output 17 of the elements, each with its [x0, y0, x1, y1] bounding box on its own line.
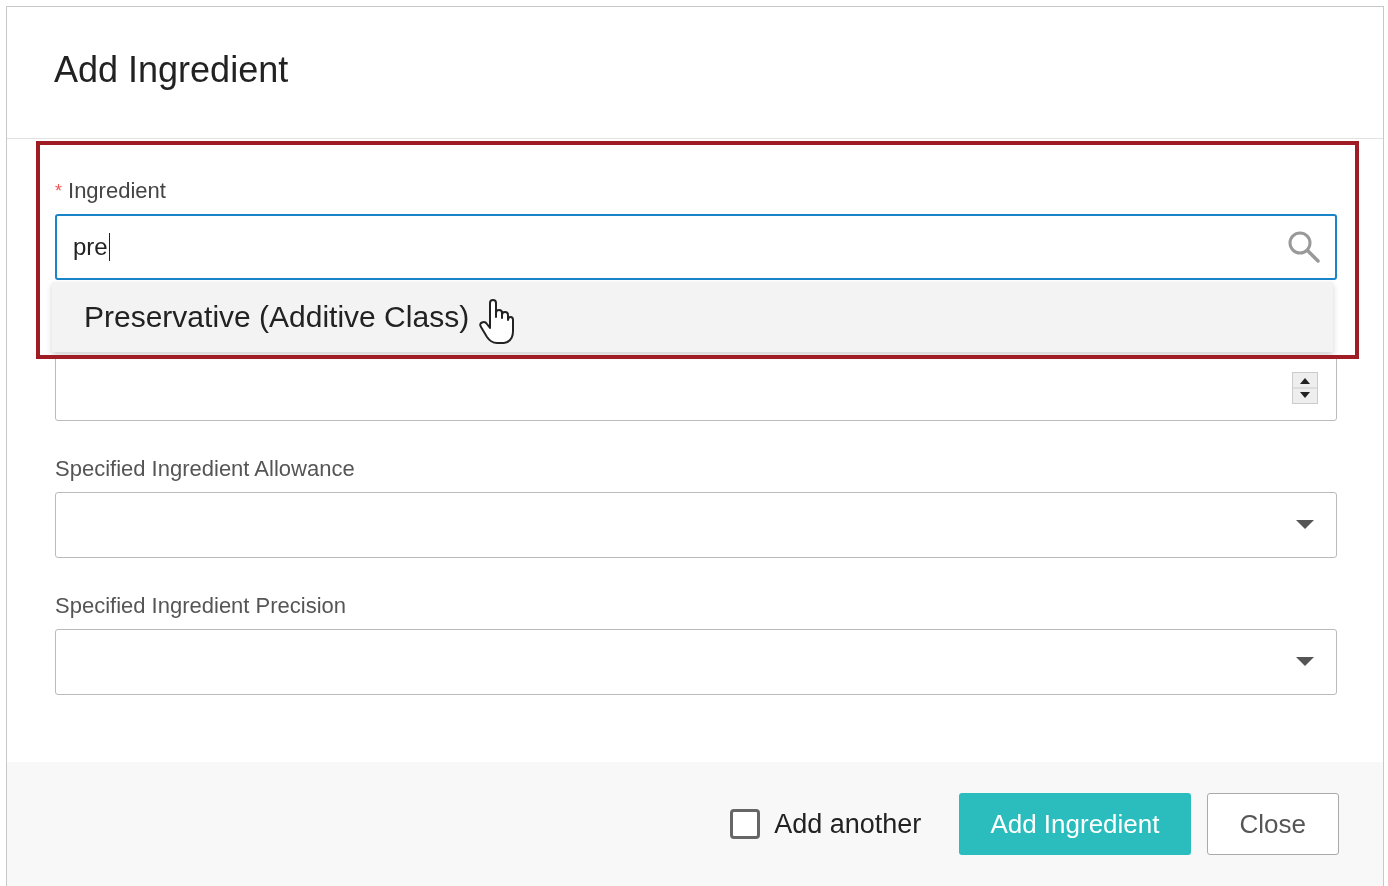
- dropdown-caret-icon[interactable]: [1296, 657, 1314, 667]
- checkbox[interactable]: [730, 809, 761, 839]
- suggestion-item[interactable]: Preservative (Additive Class): [84, 300, 470, 334]
- checkbox-label[interactable]: Add another: [774, 808, 922, 840]
- dropdown-caret-icon[interactable]: [1296, 520, 1314, 530]
- hand-cursor-icon: [479, 299, 516, 345]
- search-icon[interactable]: [1287, 230, 1321, 264]
- field-label: Ingredient: [68, 178, 166, 203]
- search-field[interactable]: pre: [55, 214, 1337, 280]
- dropdown-field[interactable]: [55, 629, 1337, 695]
- dropdown-field[interactable]: [55, 492, 1337, 558]
- field-label: Specified Ingredient Precision: [55, 593, 347, 618]
- required-asterisk: *: [55, 181, 62, 201]
- field-label: Specified Ingredient Allowance: [55, 456, 355, 481]
- dialog-title: Add Ingredient: [54, 48, 289, 91]
- spinner-icon[interactable]: [1292, 372, 1318, 404]
- close-button[interactable]: Close: [1206, 793, 1339, 855]
